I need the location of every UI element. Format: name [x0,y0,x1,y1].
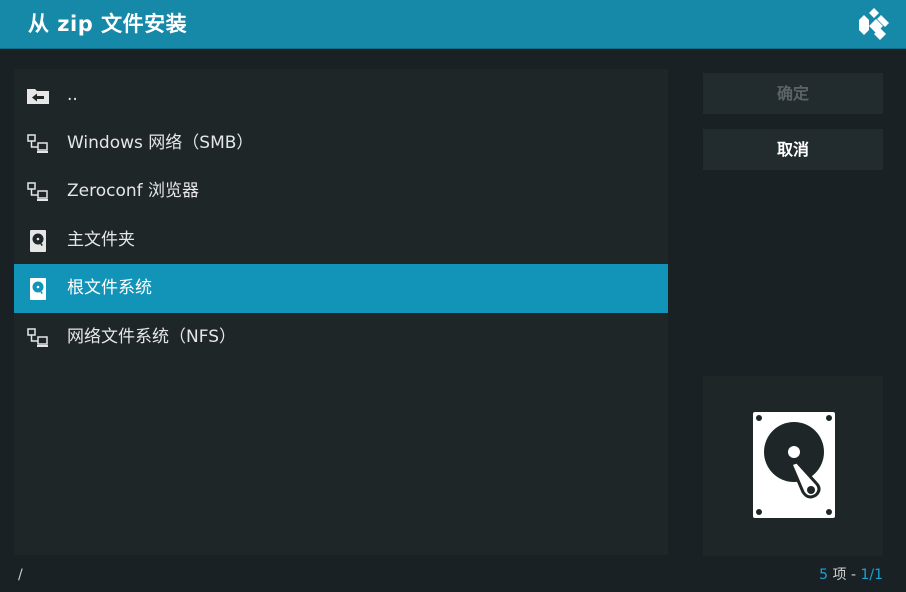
kodi-logo-icon [859,8,889,40]
network-icon [27,328,48,347]
dialog-title: 从 zip 文件安装 [28,12,188,36]
harddisk-icon [753,412,835,518]
list-item-windows-smb[interactable]: Windows 网络（SMB） [14,119,668,168]
folder-back-icon [27,89,49,104]
item-count-unit: 项 - [828,567,861,583]
file-browser-dialog: 从 zip 文件安装 .. Windows 网络（SMB） Zeroconf 浏… [0,0,906,592]
list-item-parent-folder[interactable]: .. [14,71,668,120]
list-item-label: Zeroconf 浏览器 [67,181,200,201]
list-item-zeroconf[interactable]: Zeroconf 浏览器 [14,167,668,216]
page-indicator: 1/1 [860,567,883,583]
list-item-nfs[interactable]: 网络文件系统（NFS） [14,313,668,362]
dialog-header: 从 zip 文件安装 [0,0,906,49]
list-item-label: 主文件夹 [67,230,135,250]
list-item-label: .. [67,85,78,105]
list-item-label: Windows 网络（SMB） [67,133,254,153]
preview-panel [703,376,883,556]
cancel-button[interactable]: 取消 [703,129,883,170]
ok-button[interactable]: 确定 [703,73,883,114]
harddisk-icon [30,278,46,300]
network-icon [27,182,48,201]
list-item-label: 根文件系统 [67,278,152,298]
network-icon [27,134,48,153]
current-path: / [18,567,23,583]
harddisk-icon [30,230,46,252]
list-item-label: 网络文件系统（NFS） [67,327,236,347]
list-item-home-folder[interactable]: 主文件夹 [14,216,668,265]
item-count-value: 5 [819,567,829,583]
list-item-root-filesystem[interactable]: 根文件系统 [14,264,668,313]
file-list: .. Windows 网络（SMB） Zeroconf 浏览器 主文件夹 根文件… [14,69,668,555]
item-count: 5 项 - 1/1 [819,566,883,584]
